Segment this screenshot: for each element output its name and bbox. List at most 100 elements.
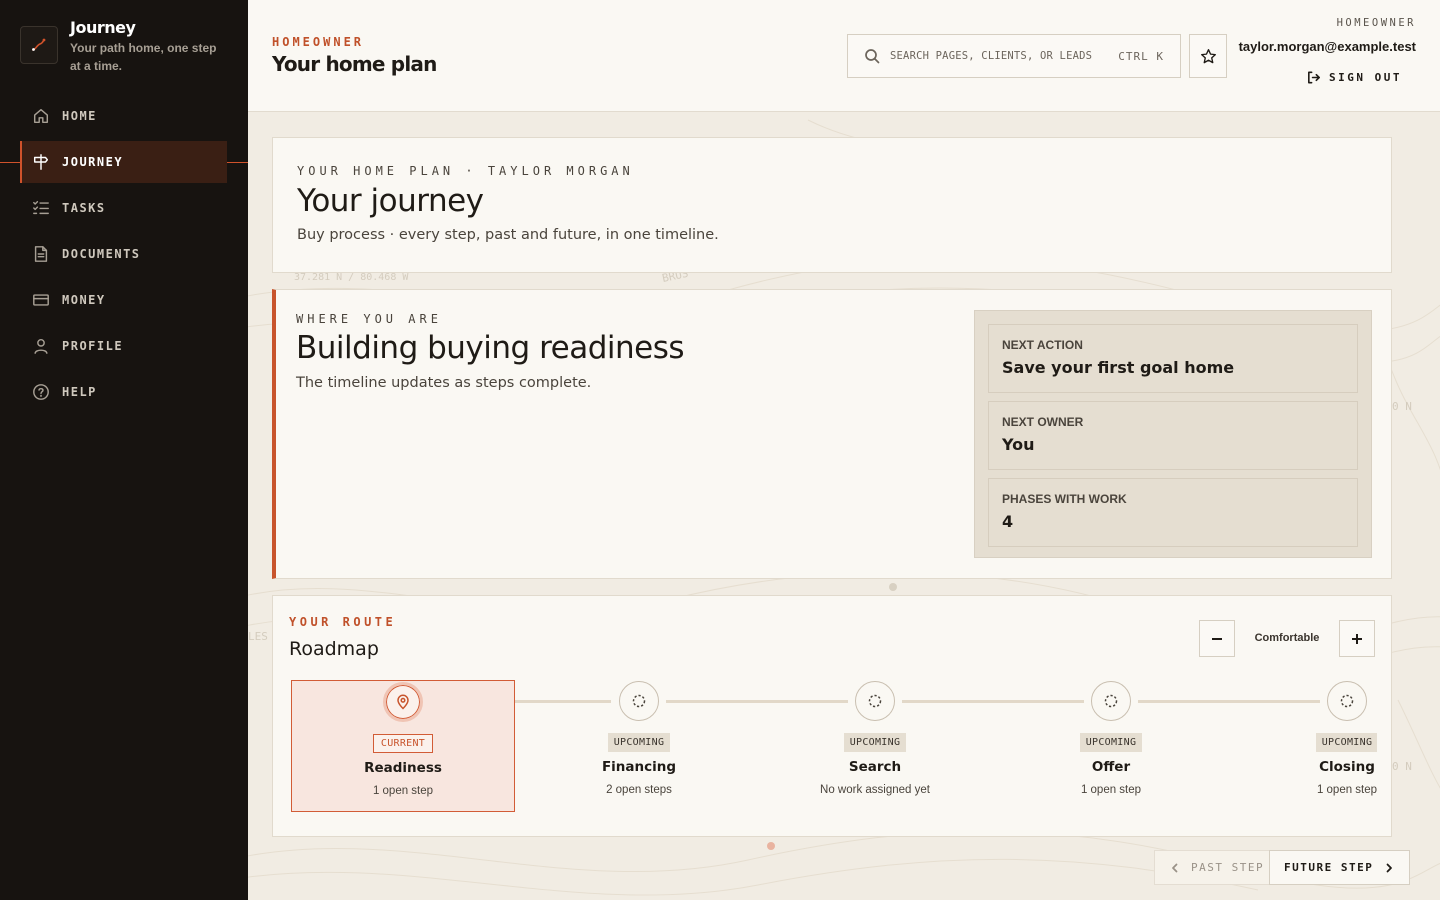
journey-kicker: YOUR HOME PLAN · TAYLOR MORGAN <box>297 164 634 178</box>
past-step-button[interactable]: PAST STEP <box>1154 850 1280 885</box>
stat-value: Save your first goal home <box>1002 358 1235 377</box>
journey-title: Your journey <box>297 183 484 219</box>
sign-out-button[interactable]: SIGN OUT <box>1306 70 1402 85</box>
stage-name: Readiness <box>364 760 442 776</box>
journey-summary-card: YOUR HOME PLAN · TAYLOR MORGAN Your jour… <box>272 137 1392 273</box>
header-eyebrow: HOMEOWNER <box>272 35 365 49</box>
search-box[interactable]: CTRL K <box>847 34 1181 78</box>
where-you-are-card: WHERE YOU ARE Building buying readiness … <box>272 289 1392 579</box>
search-icon <box>865 49 880 64</box>
user-email: taylor.morgan@example.test <box>1238 39 1416 54</box>
stat-next-owner: NEXT OWNER You <box>988 401 1358 470</box>
user-role: HOMEOWNER <box>1336 17 1416 29</box>
map-label-north-1: 0 N <box>1392 400 1412 413</box>
brand-tagline: Your path home, one step at a time. <box>70 41 217 73</box>
sidebar-item-label: MONEY <box>62 293 106 307</box>
map-label-les: LES <box>248 630 268 643</box>
stage-name: Closing <box>1319 759 1375 775</box>
map-marker-dot <box>889 583 897 591</box>
top-header: HOMEOWNER Your home plan CTRL K HOMEOWNE… <box>248 0 1440 112</box>
roadmap-timeline: CURRENT Readiness 1 open step UPCOMING F… <box>291 680 1377 814</box>
dashed-circle-icon <box>868 694 882 708</box>
stage-meta: 1 open step <box>1080 784 1142 796</box>
sidebar-item-documents[interactable]: DOCUMENTS <box>20 233 227 275</box>
stage-marker <box>855 681 895 721</box>
stat-label: NEXT OWNER <box>1002 415 1084 429</box>
brand[interactable]: Journey Your path home, one step at a ti… <box>20 18 230 75</box>
where-title: Building buying readiness <box>296 330 685 366</box>
sidebar-item-label: PROFILE <box>62 339 124 353</box>
sign-out-icon <box>1308 71 1320 84</box>
stat-label: NEXT ACTION <box>1002 338 1083 352</box>
sidebar-item-label: TASKS <box>62 201 106 215</box>
sidebar-item-label: JOURNEY <box>62 155 124 169</box>
stat-label: PHASES WITH WORK <box>1002 492 1127 506</box>
status-badge: CURRENT <box>372 734 434 753</box>
card-icon <box>33 294 49 306</box>
future-step-button[interactable]: FUTURE STEP <box>1269 850 1411 885</box>
stage-name: Financing <box>601 759 677 775</box>
map-marker-dot <box>767 842 775 850</box>
help-icon <box>33 384 49 400</box>
status-badge: UPCOMING <box>607 733 671 752</box>
where-kicker: WHERE YOU ARE <box>296 312 442 326</box>
stage-offer[interactable]: UPCOMING Offer 1 open step <box>999 680 1223 812</box>
past-step-label: PAST STEP <box>1191 861 1265 874</box>
stage-marker <box>1327 681 1367 721</box>
sidebar-nav: HOME JOURNEY TASKS DOCUMENTS MONEY PROFI… <box>20 95 227 417</box>
chevron-left-icon <box>1172 863 1178 872</box>
sidebar-item-help[interactable]: HELP <box>20 371 227 413</box>
stage-name: Offer <box>1091 759 1131 775</box>
stage-search[interactable]: UPCOMING Search No work assigned yet <box>763 680 987 812</box>
user-icon <box>34 338 48 354</box>
future-step-label: FUTURE STEP <box>1284 861 1374 874</box>
sidebar-item-home[interactable]: HOME <box>20 95 227 137</box>
dashed-circle-icon <box>632 694 646 708</box>
home-icon <box>33 108 49 124</box>
roadmap-card: YOUR ROUTE Roadmap Comfortable CURRENT R… <box>272 595 1392 837</box>
status-badge: UPCOMING <box>1315 733 1377 752</box>
search-shortcut: CTRL K <box>1118 49 1164 63</box>
stage-readiness[interactable]: CURRENT Readiness 1 open step <box>291 680 515 812</box>
plus-icon <box>1352 633 1362 644</box>
route-logo-icon <box>20 26 58 64</box>
sign-out-label: SIGN OUT <box>1329 71 1402 84</box>
search-input[interactable] <box>890 50 1109 62</box>
stage-financing[interactable]: UPCOMING Financing 2 open steps <box>527 680 751 812</box>
where-subtitle: The timeline updates as steps complete. <box>296 375 592 391</box>
favorite-button[interactable] <box>1189 34 1227 78</box>
sidebar-item-profile[interactable]: PROFILE <box>20 325 227 367</box>
zoom-out-button[interactable] <box>1199 620 1235 657</box>
status-summary-panel: NEXT ACTION Save your first goal home NE… <box>974 310 1372 558</box>
stage-closing[interactable]: UPCOMING Closing 1 open step <box>1235 680 1377 812</box>
stage-meta: No work assigned yet <box>820 784 930 796</box>
zoom-in-button[interactable] <box>1339 620 1375 657</box>
sidebar-item-tasks[interactable]: TASKS <box>20 187 227 229</box>
map-pin-icon <box>397 694 409 710</box>
stage-marker <box>1091 681 1131 721</box>
star-icon <box>1200 48 1216 63</box>
route-eyebrow: YOUR ROUTE <box>289 615 397 629</box>
document-icon <box>34 246 48 262</box>
signpost-icon <box>33 154 49 170</box>
stat-value: 4 <box>1002 512 1014 531</box>
sidebar-item-journey[interactable]: JOURNEY <box>20 141 227 183</box>
map-label-north-2: 0 N <box>1392 760 1412 773</box>
checklist-icon <box>33 200 49 215</box>
chevron-right-icon <box>1386 863 1393 872</box>
density-label: Comfortable <box>1254 632 1320 644</box>
stat-value: You <box>1002 435 1035 454</box>
sidebar-item-label: HELP <box>62 385 97 399</box>
dashed-circle-icon <box>1104 694 1118 708</box>
minus-icon <box>1212 637 1222 640</box>
sidebar-item-money[interactable]: MONEY <box>20 279 227 321</box>
stage-meta: 1 open step <box>372 785 434 797</box>
stat-next-action: NEXT ACTION Save your first goal home <box>988 324 1358 393</box>
stage-meta: 2 open steps <box>606 784 672 796</box>
stat-phases-with-work: PHASES WITH WORK 4 <box>988 478 1358 547</box>
brand-title: Journey <box>70 18 136 37</box>
dashed-circle-icon <box>1340 694 1354 708</box>
stage-meta: 1 open step <box>1316 784 1377 796</box>
page-title: Your home plan <box>272 52 437 76</box>
sidebar: Journey Your path home, one step at a ti… <box>0 0 248 900</box>
